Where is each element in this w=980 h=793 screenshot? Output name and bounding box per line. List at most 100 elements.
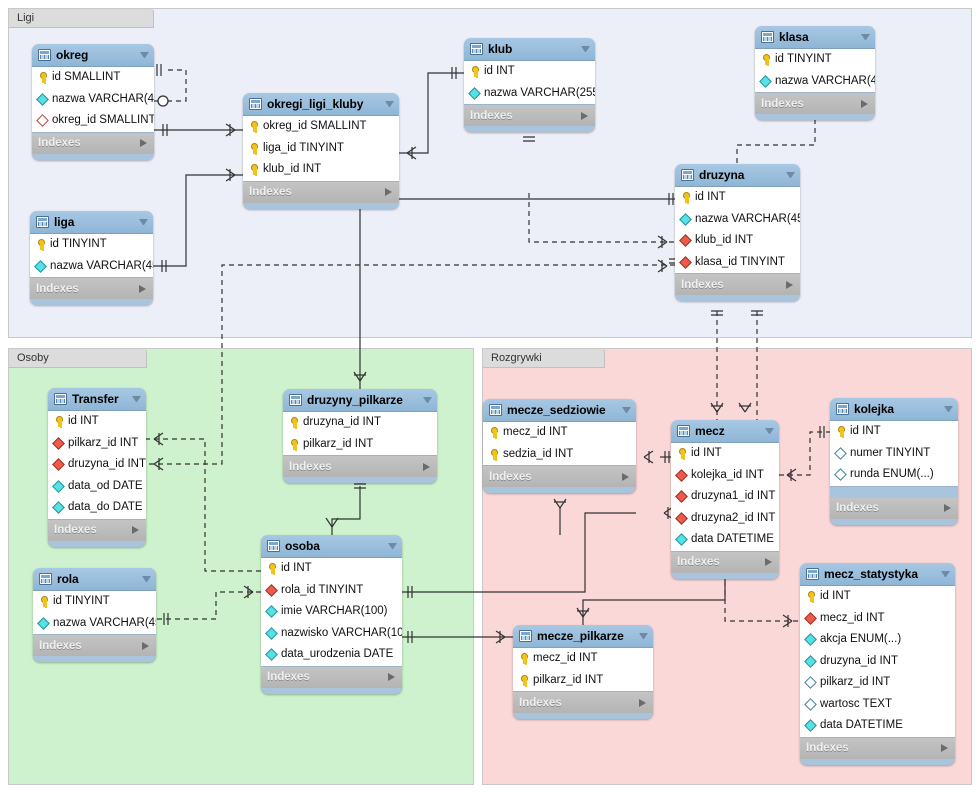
- table-header[interactable]: mecz_statystyka: [800, 563, 955, 585]
- chevron-right-icon[interactable]: [388, 673, 395, 681]
- table-header[interactable]: druzyna: [675, 164, 800, 186]
- column-row[interactable]: druzyna_id INT: [283, 412, 437, 434]
- column-row[interactable]: data DATETIME: [671, 529, 779, 551]
- table-mecze-pilkarze[interactable]: mecze_pilkarze mecz_id INT pilkarz_id IN…: [513, 625, 653, 719]
- column-row[interactable]: data_do DATE: [48, 497, 146, 519]
- indexes-section[interactable]: Indexes: [48, 519, 146, 541]
- column-row[interactable]: nazwa VARCHAR(45): [32, 89, 154, 111]
- indexes-section[interactable]: Indexes: [675, 274, 800, 295]
- table-okreg[interactable]: okreg id SMALLINT nazwa VARCHAR(45) okre…: [32, 44, 154, 160]
- column-row[interactable]: runda ENUM(...): [830, 464, 958, 486]
- table-header[interactable]: klasa: [755, 26, 875, 48]
- indexes-section[interactable]: Indexes: [755, 93, 875, 114]
- column-row[interactable]: imie VARCHAR(100): [261, 601, 402, 623]
- column-row[interactable]: sedzia_id INT: [483, 444, 636, 466]
- chevron-right-icon[interactable]: [944, 504, 951, 512]
- column-row[interactable]: druzyna2_id INT: [671, 508, 779, 530]
- column-row[interactable]: mecz_id INT: [513, 648, 653, 670]
- indexes-section[interactable]: Indexes: [800, 737, 955, 759]
- column-row[interactable]: id INT: [48, 411, 146, 433]
- column-row[interactable]: id TINYINT: [30, 234, 153, 256]
- table-header[interactable]: okregi_ligi_kluby: [243, 93, 399, 115]
- table-header[interactable]: kolejka: [830, 398, 958, 420]
- table-header[interactable]: liga: [30, 211, 153, 233]
- chevron-down-icon[interactable]: [581, 46, 590, 52]
- column-row[interactable]: id INT: [464, 61, 595, 83]
- column-row[interactable]: pilkarz_id INT: [48, 433, 146, 455]
- column-row[interactable]: data_od DATE: [48, 476, 146, 498]
- column-row[interactable]: nazwa VARCHAR(45): [30, 256, 153, 278]
- column-row[interactable]: pilkarz_id INT: [513, 670, 653, 692]
- indexes-section[interactable]: Indexes: [483, 466, 636, 487]
- table-header[interactable]: Transfer: [48, 388, 146, 410]
- table-header[interactable]: klub: [464, 38, 595, 60]
- indexes-section[interactable]: Indexes: [513, 692, 653, 713]
- chevron-right-icon[interactable]: [139, 284, 146, 293]
- table-klasa[interactable]: klasa id TINYINT nazwa VARCHAR(45) Index…: [755, 26, 875, 120]
- chevron-down-icon[interactable]: [765, 428, 774, 434]
- chevron-right-icon[interactable]: [385, 188, 392, 196]
- chevron-right-icon[interactable]: [132, 526, 139, 534]
- chevron-down-icon[interactable]: [132, 396, 141, 402]
- column-row[interactable]: okreg_id SMALLINT: [243, 116, 399, 138]
- chevron-down-icon[interactable]: [944, 406, 953, 412]
- column-row[interactable]: akcja ENUM(...): [800, 629, 955, 651]
- indexes-section[interactable]: Indexes: [261, 666, 402, 688]
- column-row[interactable]: rola_id TINYINT: [261, 580, 402, 602]
- column-row[interactable]: id INT: [671, 443, 779, 465]
- column-row[interactable]: druzyna1_id INT: [671, 486, 779, 508]
- column-row[interactable]: nazwa VARCHAR(45): [675, 209, 800, 231]
- chevron-right-icon[interactable]: [423, 462, 430, 471]
- column-row[interactable]: id INT: [261, 558, 402, 580]
- indexes-section[interactable]: Indexes: [33, 635, 156, 656]
- table-header[interactable]: mecz: [671, 420, 779, 442]
- table-rola[interactable]: rola id TINYINT nazwa VARCHAR(45) Indexe…: [33, 568, 156, 662]
- table-header[interactable]: osoba: [261, 535, 402, 557]
- chevron-right-icon[interactable]: [140, 139, 147, 147]
- chevron-right-icon[interactable]: [581, 111, 588, 120]
- table-klub[interactable]: klub id INT nazwa VARCHAR(255) Indexes: [464, 38, 595, 132]
- table-liga[interactable]: liga id TINYINT nazwa VARCHAR(45) Indexe…: [30, 211, 153, 305]
- chevron-right-icon[interactable]: [786, 280, 793, 289]
- chevron-right-icon[interactable]: [765, 558, 772, 566]
- chevron-right-icon[interactable]: [142, 641, 149, 650]
- indexes-section[interactable]: Indexes: [30, 278, 153, 299]
- indexes-section[interactable]: Indexes: [283, 456, 437, 477]
- chevron-down-icon[interactable]: [388, 543, 397, 549]
- column-row[interactable]: nazwa VARCHAR(45): [33, 613, 156, 635]
- column-row[interactable]: data_urodzenia DATE: [261, 644, 402, 666]
- column-row[interactable]: liga_id TINYINT: [243, 138, 399, 160]
- column-row[interactable]: okreg_id SMALLINT: [32, 110, 154, 132]
- chevron-down-icon[interactable]: [139, 219, 148, 225]
- table-mecz[interactable]: mecz id INT kolejka_id INT druzyna1_id I…: [671, 420, 779, 579]
- indexes-section[interactable]: Indexes: [830, 497, 958, 519]
- chevron-right-icon[interactable]: [941, 744, 948, 752]
- column-row[interactable]: nazwa VARCHAR(45): [755, 71, 875, 93]
- column-row[interactable]: mecz_id INT: [800, 608, 955, 630]
- chevron-down-icon[interactable]: [142, 576, 151, 582]
- chevron-down-icon[interactable]: [786, 172, 795, 178]
- column-row[interactable]: nazwisko VARCHAR(100): [261, 623, 402, 645]
- chevron-right-icon[interactable]: [639, 698, 646, 707]
- chevron-right-icon[interactable]: [861, 99, 868, 108]
- chevron-down-icon[interactable]: [639, 633, 648, 639]
- column-row[interactable]: id TINYINT: [33, 591, 156, 613]
- table-mecze-sedziowie[interactable]: mecze_sedziowie mecz_id INT sedzia_id IN…: [483, 399, 636, 493]
- chevron-down-icon[interactable]: [140, 52, 149, 58]
- column-row[interactable]: id INT: [830, 421, 958, 443]
- column-row[interactable]: druzyna_id INT: [48, 454, 146, 476]
- table-header[interactable]: mecze_sedziowie: [483, 399, 636, 421]
- column-row[interactable]: nazwa VARCHAR(255): [464, 83, 595, 105]
- table-header[interactable]: rola: [33, 568, 156, 590]
- indexes-section[interactable]: Indexes: [32, 132, 154, 154]
- column-row[interactable]: id INT: [675, 187, 800, 209]
- column-row[interactable]: id SMALLINT: [32, 67, 154, 89]
- indexes-section[interactable]: Indexes: [464, 105, 595, 126]
- column-row[interactable]: druzyna_id INT: [800, 651, 955, 673]
- column-row[interactable]: klasa_id TINYINT: [675, 252, 800, 274]
- table-druzyna[interactable]: druzyna id INT nazwa VARCHAR(45) klub_id…: [675, 164, 800, 301]
- chevron-down-icon[interactable]: [385, 101, 394, 107]
- column-row[interactable]: pilkarz_id INT: [283, 434, 437, 456]
- chevron-down-icon[interactable]: [861, 34, 870, 40]
- eer-diagram-canvas[interactable]: Ligi Osoby Rozgrywki okreg id SMALLINT n…: [0, 0, 980, 793]
